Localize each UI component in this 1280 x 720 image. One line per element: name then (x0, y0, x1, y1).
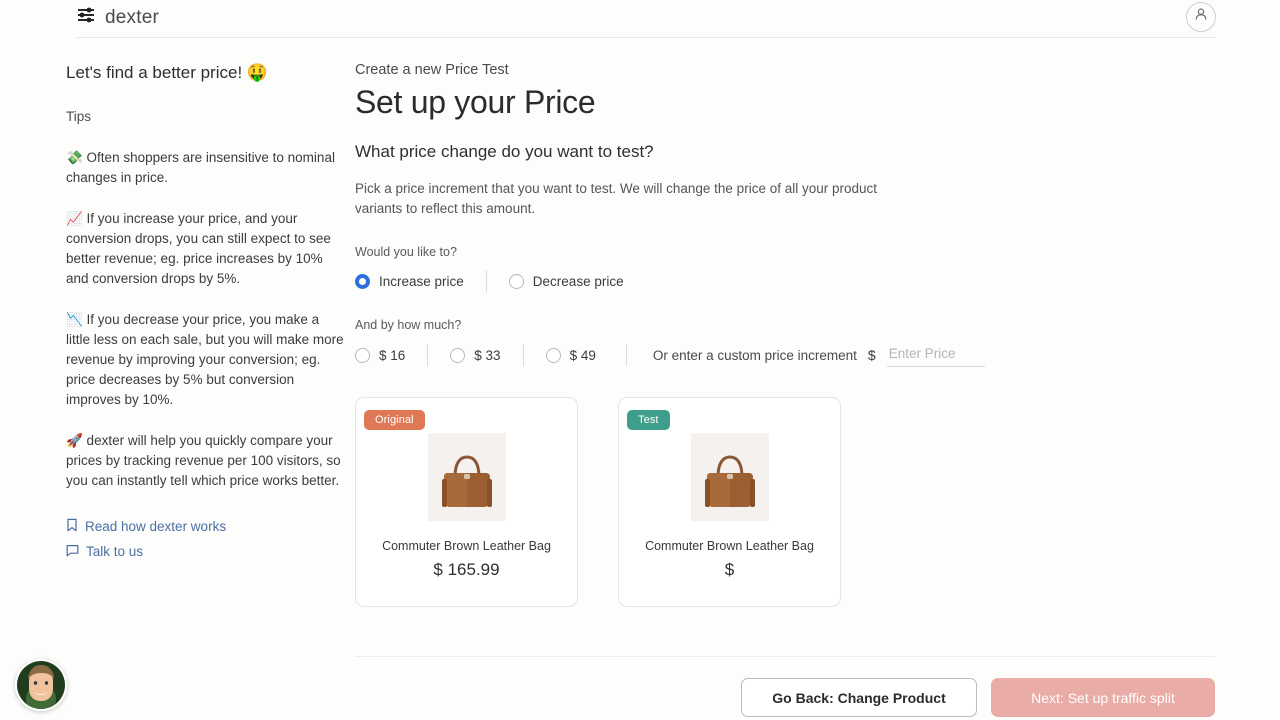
tip-item: 📈 If you increase your price, and your c… (66, 209, 344, 289)
section-description: Pick a price increment that you want to … (355, 179, 895, 219)
brand-logo[interactable]: dexter (76, 5, 159, 30)
person-icon (1193, 6, 1209, 27)
tips-sidebar: Let's find a better price! 🤑 Tips 💸 Ofte… (66, 62, 344, 569)
tip-item: 🚀 dexter will help you quickly compare y… (66, 431, 344, 491)
sidebar-links: Read how dexter works Talk to us (66, 518, 344, 560)
product-image (691, 433, 769, 521)
radio-dot (450, 348, 465, 363)
divider (626, 344, 627, 366)
top-bar-inner: dexter (76, 0, 1216, 38)
go-back-button[interactable]: Go Back: Change Product (741, 678, 977, 717)
divider (427, 344, 428, 366)
avatar (17, 661, 65, 709)
link-talk-to-us[interactable]: Talk to us (66, 544, 344, 560)
link-label: Read how dexter works (85, 519, 226, 534)
section-question: What price change do you want to test? (355, 142, 1235, 162)
breadcrumb-eyebrow: Create a new Price Test (355, 62, 1235, 78)
product-price: $ 165.99 (356, 560, 577, 580)
radio-label: Increase price (379, 274, 464, 289)
direction-radio-group: Increase price Decrease price (355, 270, 1235, 292)
link-label: Talk to us (86, 544, 143, 559)
price-value: 165.99 (448, 560, 500, 579)
divider (523, 344, 524, 366)
brand-name: dexter (105, 7, 159, 29)
radio-decrease-price[interactable]: Decrease price (509, 274, 624, 289)
radio-amount-3[interactable]: $ 49 (546, 348, 596, 363)
status-badge-test: Test (627, 410, 670, 430)
radio-label: $ 49 (570, 348, 596, 363)
radio-dot (546, 348, 561, 363)
radio-dot (355, 274, 370, 289)
product-card-list: Original Commuter Brown Leather Bag $ 16… (355, 397, 1235, 607)
account-button[interactable] (1186, 2, 1216, 32)
radio-increase-price[interactable]: Increase price (355, 274, 464, 289)
price-currency: $ (433, 560, 442, 579)
chat-bubble-icon (66, 544, 79, 560)
main-content: Create a new Price Test Set up your Pric… (355, 62, 1235, 607)
amount-radio-group: $ 16 $ 33 $ 49 Or enter a custom price i… (355, 343, 1235, 367)
next-button[interactable]: Next: Set up traffic split (991, 678, 1215, 717)
divider (486, 270, 487, 292)
radio-amount-1[interactable]: $ 16 (355, 348, 405, 363)
radio-dot (509, 274, 524, 289)
sliders-icon (76, 5, 96, 30)
support-chat-avatar[interactable] (15, 659, 67, 711)
radio-label: $ 16 (379, 348, 405, 363)
custom-price-block: Or enter a custom price increment $ (653, 343, 985, 367)
page-title: Set up your Price (355, 84, 1235, 121)
top-bar: dexter (0, 0, 1280, 38)
sidebar-title: Let's find a better price! 🤑 (66, 62, 344, 85)
radio-amount-2[interactable]: $ 33 (450, 348, 500, 363)
footer-actions: Go Back: Change Product Next: Set up tra… (355, 678, 1215, 717)
radio-dot (355, 348, 370, 363)
custom-price-input[interactable] (887, 343, 985, 367)
radio-label: Decrease price (533, 274, 624, 289)
direction-label: Would you like to? (355, 245, 1235, 259)
price-currency: $ (725, 560, 734, 579)
radio-label: $ 33 (474, 348, 500, 363)
link-read-how-dexter-works[interactable]: Read how dexter works (66, 518, 344, 535)
product-card-test[interactable]: Test Commuter Brown Leather Bag $ (618, 397, 841, 607)
custom-price-label: Or enter a custom price increment (653, 348, 857, 363)
tips-label: Tips (66, 109, 344, 124)
status-badge-original: Original (364, 410, 425, 430)
tip-item: 📉 If you decrease your price, you make a… (66, 310, 344, 410)
product-image (428, 433, 506, 521)
footer-divider (355, 656, 1215, 657)
tip-item: 💸 Often shoppers are insensitive to nomi… (66, 148, 344, 188)
bookmark-icon (66, 518, 78, 535)
product-card-original[interactable]: Original Commuter Brown Leather Bag $ 16… (355, 397, 578, 607)
currency-symbol: $ (868, 347, 876, 363)
amount-label: And by how much? (355, 318, 1235, 332)
product-name: Commuter Brown Leather Bag (619, 539, 840, 553)
product-price: $ (619, 560, 840, 580)
product-name: Commuter Brown Leather Bag (356, 539, 577, 553)
